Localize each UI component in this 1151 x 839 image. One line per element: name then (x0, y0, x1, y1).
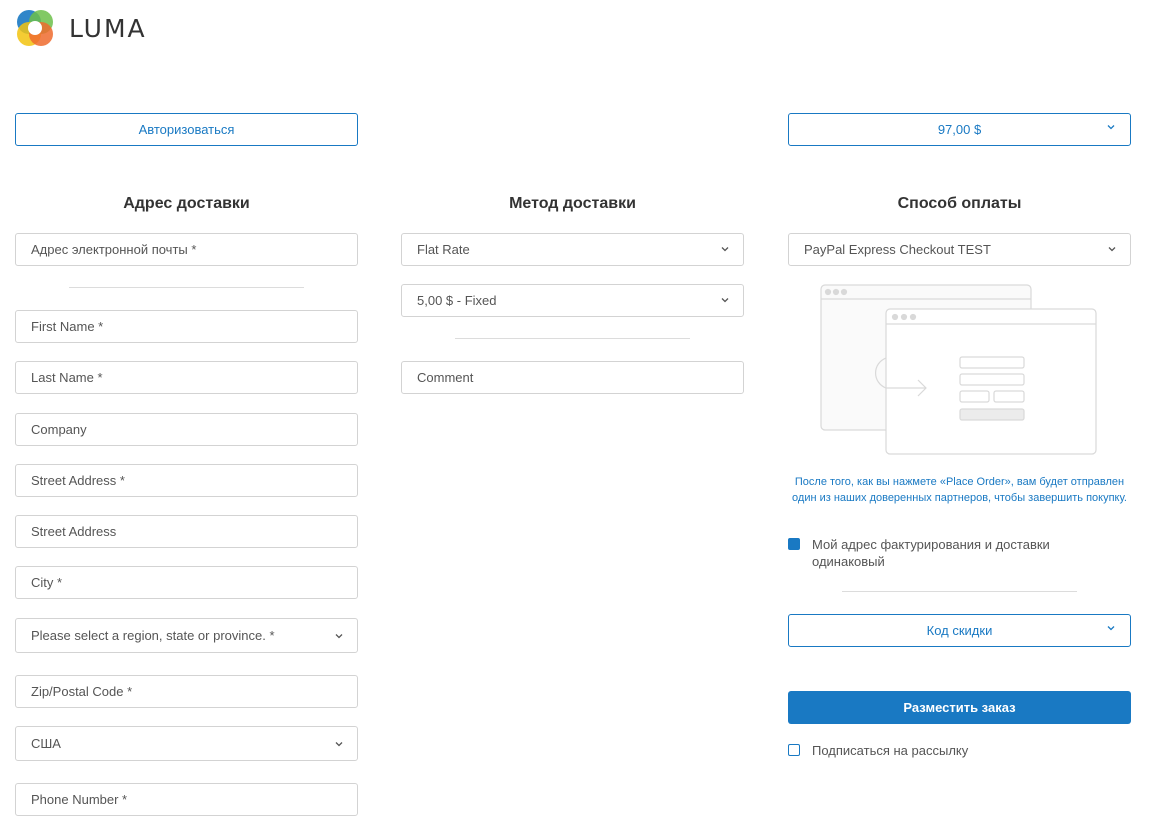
payment-method-value: PayPal Express Checkout TEST (804, 242, 991, 257)
login-button[interactable]: Авторизоваться (15, 113, 358, 146)
phone-field[interactable]: Phone Number * (15, 783, 358, 816)
zip-field[interactable]: Zip/Postal Code * (15, 675, 358, 708)
payment-method-title: Способ оплаты (897, 195, 1022, 212)
redirect-illustration (820, 284, 1097, 455)
brand-name: LUMA (69, 13, 147, 43)
chevron-down-icon (1108, 247, 1116, 252)
luma-logo-icon (17, 10, 53, 46)
divider (842, 591, 1077, 592)
place-order-button[interactable]: Разместить заказ (788, 691, 1131, 724)
checkbox-unchecked-icon[interactable] (788, 744, 800, 756)
street-address-2-field[interactable]: Street Address (15, 515, 358, 548)
city-field[interactable]: City * (15, 566, 358, 599)
luma-logo[interactable]: LUMA (15, 8, 147, 48)
cart-total: 97,00 $ (937, 122, 982, 137)
shipping-method-title: Метод доставки (509, 195, 636, 212)
street-address-field[interactable]: Street Address * (15, 464, 358, 497)
newsletter-checkbox[interactable]: Подписаться на рассылку (788, 742, 968, 759)
same-address-label: Мой адрес фактурирования и доставки один… (812, 537, 1050, 569)
discount-code-label: Код скидки (926, 623, 993, 638)
chevron-down-icon (335, 634, 343, 639)
rate-select-value: 5,00 $ - Fixed (417, 293, 497, 308)
region-select[interactable]: Please select a region, state or provinc… (15, 618, 358, 653)
same-address-checkbox[interactable]: Мой адрес фактурирования и доставки один… (788, 536, 1072, 570)
divider (69, 287, 304, 288)
divider (455, 338, 690, 339)
checkbox-checked-icon[interactable] (788, 538, 800, 550)
comment-field[interactable]: Comment (401, 361, 744, 394)
first-name-field[interactable]: First Name * (15, 310, 358, 343)
payment-method-select[interactable]: PayPal Express Checkout TEST (788, 233, 1131, 266)
carrier-select-value: Flat Rate (417, 242, 470, 257)
chevron-down-icon (721, 298, 729, 303)
shipping-address-title: Адрес доставки (123, 195, 250, 212)
company-field[interactable]: Company (15, 413, 358, 446)
rate-select[interactable]: 5,00 $ - Fixed (401, 284, 744, 317)
chevron-down-icon (335, 742, 343, 747)
newsletter-label: Подписаться на рассылку (812, 743, 969, 758)
last-name-field[interactable]: Last Name * (15, 361, 358, 394)
cart-summary-toggle[interactable]: 97,00 $ (788, 113, 1131, 146)
chevron-down-icon (1107, 125, 1115, 130)
discount-code-toggle[interactable]: Код скидки (788, 614, 1131, 647)
country-select-value: США (31, 736, 61, 751)
chevron-down-icon (721, 247, 729, 252)
paypal-redirect-note: После того, как вы нажмете «Place Order»… (792, 476, 1127, 504)
carrier-select[interactable]: Flat Rate (401, 233, 744, 266)
email-field[interactable]: Адрес электронной почты * (15, 233, 358, 266)
country-select[interactable]: США (15, 726, 358, 761)
region-select-value: Please select a region, state or provinc… (31, 628, 275, 643)
chevron-down-icon (1107, 626, 1115, 631)
